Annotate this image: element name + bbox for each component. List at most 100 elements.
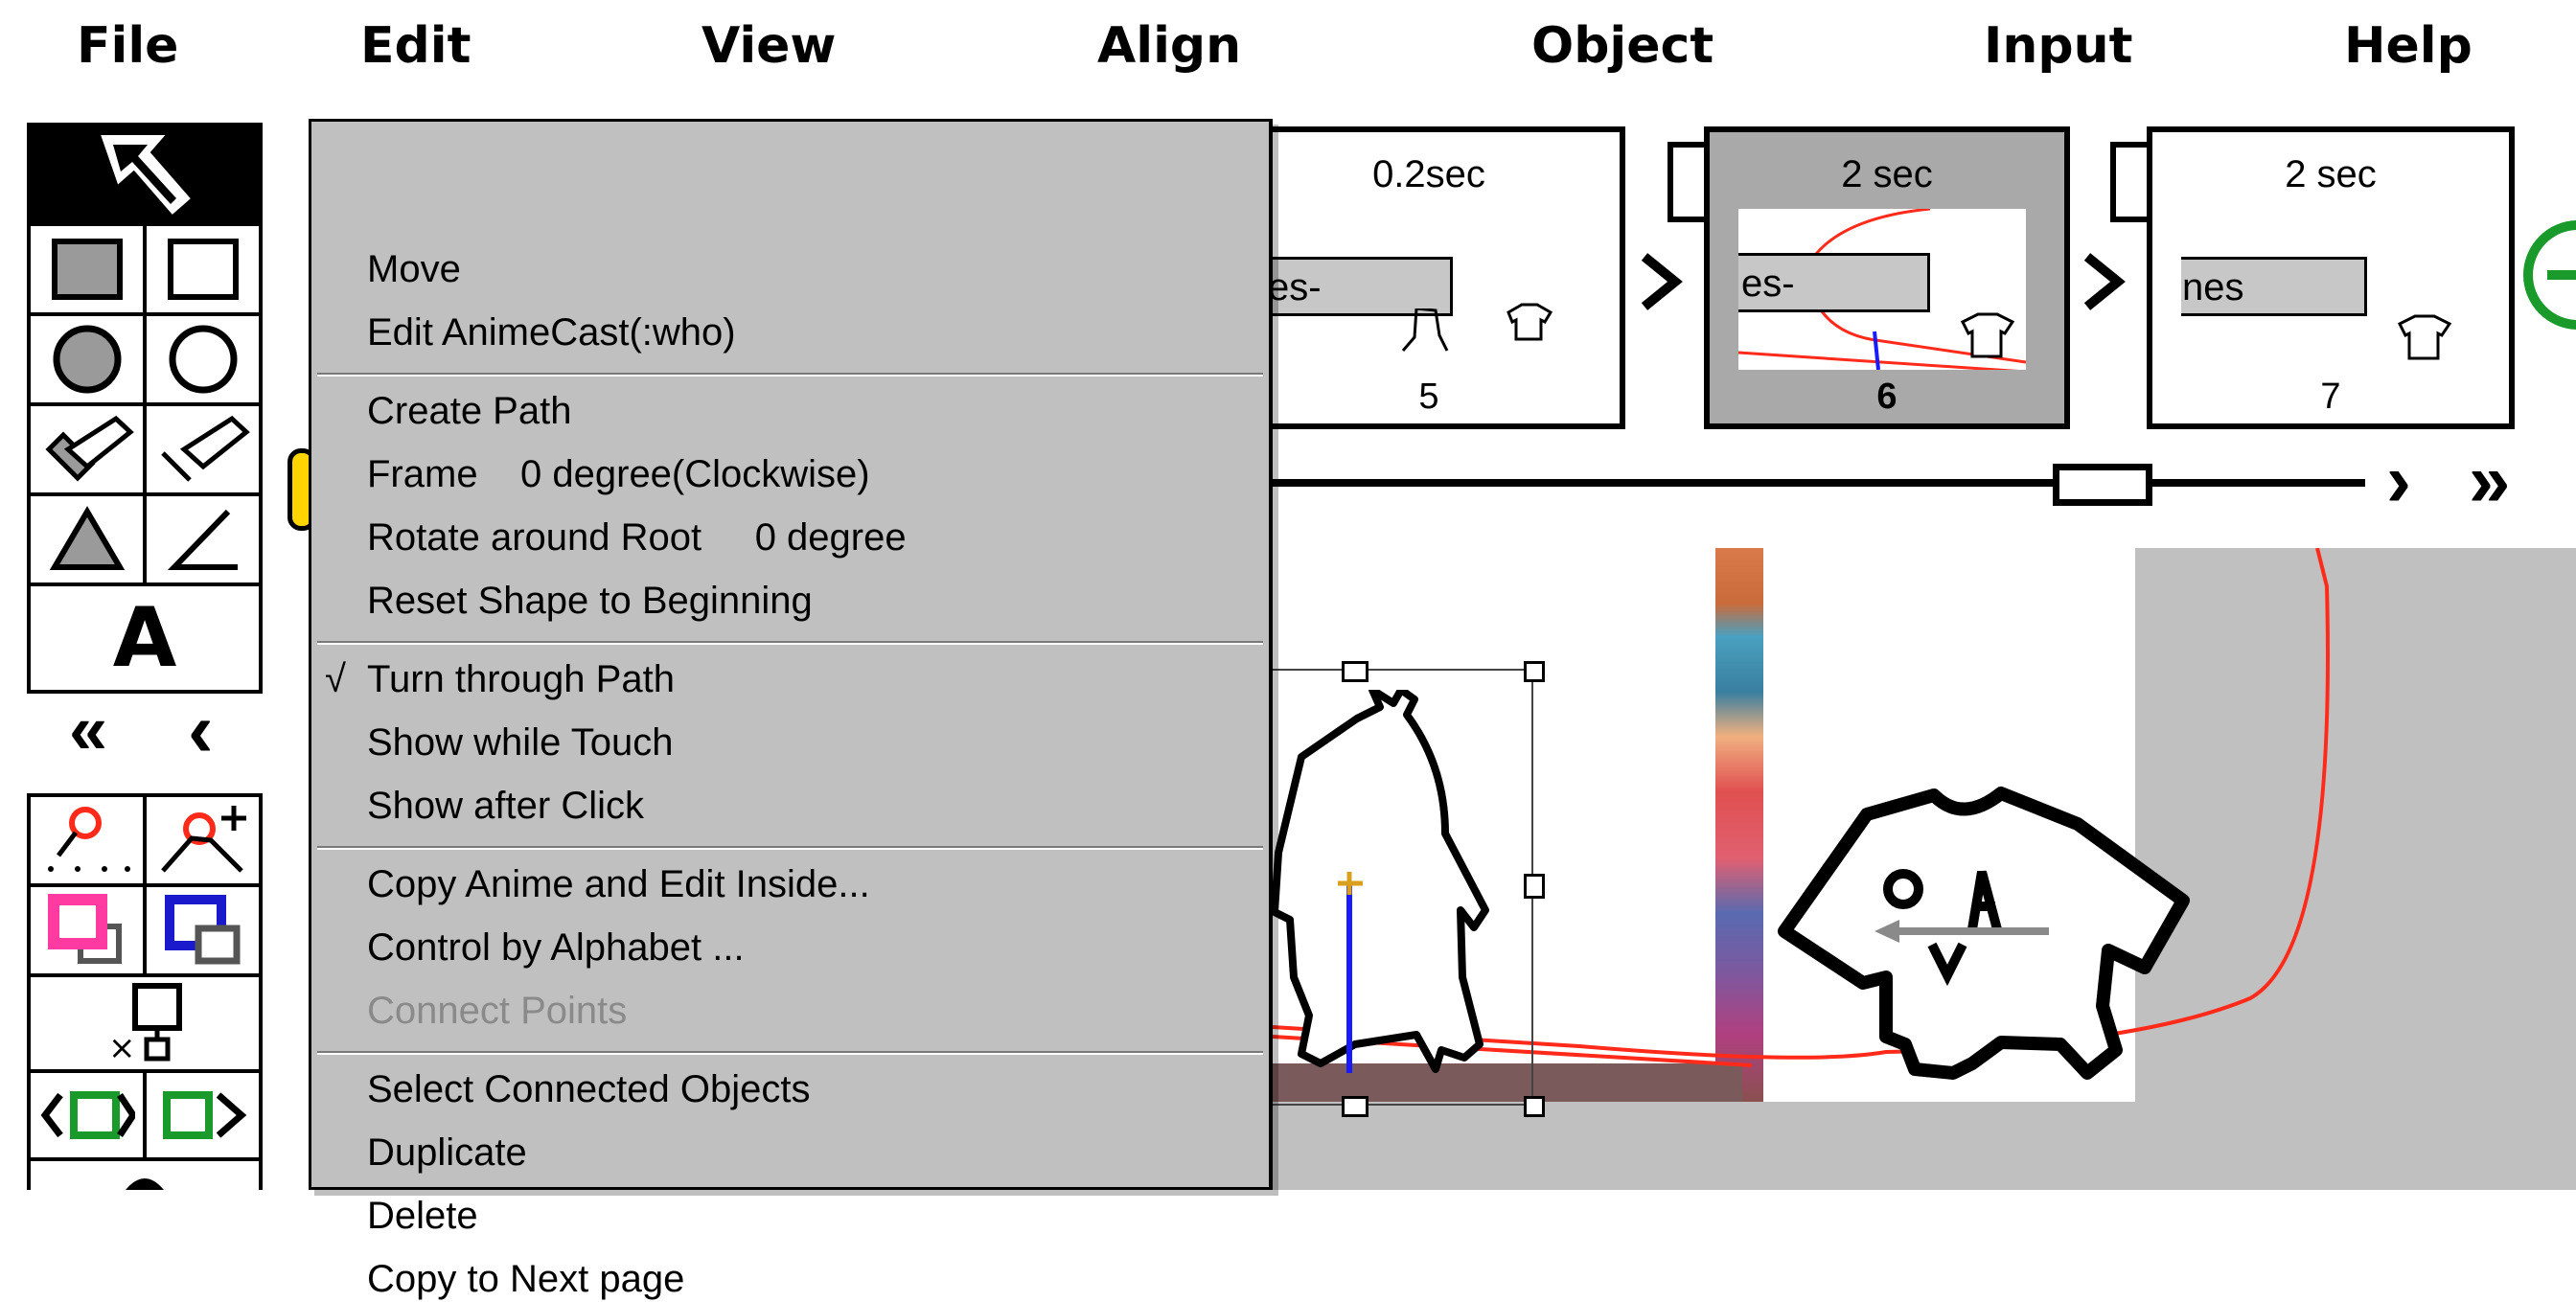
menu-file[interactable]: File: [77, 17, 178, 75]
delete-point-tool[interactable]: [31, 797, 143, 883]
partial-tool-icon: [126, 1178, 164, 1190]
filled-rect-tool[interactable]: [31, 226, 143, 312]
menu-item-edit-animecast[interactable]: Edit AnimeCast(:who): [367, 309, 736, 355]
menu-item-control-by-alphabet[interactable]: Control by Alphabet ...: [367, 925, 745, 971]
frame-preview-label: es-: [1267, 257, 1453, 316]
frame-preview: es-: [1738, 209, 2026, 370]
frame-number: 6: [1876, 377, 1898, 417]
frame-stack-edge: [2110, 142, 2149, 222]
creature-thumb-icon: [1506, 303, 1553, 341]
menu-item-frame-degree[interactable]: Frame 0 degree(Clockwise): [367, 451, 870, 497]
menu-align[interactable]: Align: [1097, 17, 1241, 75]
text-tool[interactable]: A: [31, 586, 259, 690]
pencil-fill-icon: [44, 415, 134, 482]
filled-circle-icon: [53, 325, 121, 394]
resize-handle[interactable]: [1342, 661, 1368, 682]
frame-preview: es-: [1267, 251, 1554, 354]
arrow-pointer-icon: [101, 135, 191, 215]
menu-separator: [317, 1051, 1263, 1055]
layer-back-icon: [164, 895, 240, 965]
frame-arrow-icon: [1641, 253, 1683, 310]
filled-triangle-icon: [49, 506, 125, 570]
filled-ellipse-tool[interactable]: [31, 316, 143, 402]
frame-thumbnail-6[interactable]: 2 sec es- 6: [1704, 126, 2070, 429]
filled-freehand-tool[interactable]: [31, 406, 143, 492]
menu-input[interactable]: Input: [1984, 17, 2132, 75]
menu-separator: [317, 641, 1263, 645]
resize-handle[interactable]: [1524, 1096, 1545, 1117]
menu-item-show-while-touch[interactable]: Show while Touch: [367, 720, 673, 765]
creature-thumb-icon: [2397, 314, 2452, 360]
edit-tools-grid: ×: [27, 793, 263, 1190]
prev-page-button[interactable]: ‹: [188, 692, 214, 768]
frame-duration: 2 sec: [1841, 153, 1933, 195]
remove-object-tool[interactable]: ×: [31, 977, 259, 1069]
expand-left-tool[interactable]: [31, 1073, 143, 1157]
svg-text:×: ×: [108, 1029, 136, 1066]
menu-edit[interactable]: Edit: [360, 17, 471, 75]
add-point-tool[interactable]: [147, 797, 259, 883]
menu-item-copy-to-next-page[interactable]: Copy to Next page: [367, 1256, 684, 1302]
filled-rectangle-icon: [51, 239, 123, 300]
frame-duration: 0.2sec: [1372, 153, 1485, 195]
edit-dropdown-menu: Move Edit AnimeCast(:who) Create Path Fr…: [309, 119, 1273, 1300]
expand-left-icon: [40, 1091, 135, 1139]
penguin-character-icon: [1273, 690, 1489, 1073]
frame-thumbnail-7[interactable]: 2 sec nes 7: [2147, 126, 2515, 429]
drawing-tools-grid: A: [27, 123, 263, 694]
frame-duration: 2 sec: [2285, 153, 2377, 195]
add-frame-icon[interactable]: [2511, 213, 2576, 337]
rectangle-icon: [167, 239, 239, 300]
menu-item-select-connected[interactable]: Select Connected Objects: [367, 1066, 810, 1112]
resize-handle[interactable]: [1524, 661, 1545, 682]
menu-object[interactable]: Object: [1531, 17, 1714, 75]
expand-right-icon: [162, 1091, 246, 1139]
freehand-tool[interactable]: [147, 406, 259, 492]
prev-all-page-button[interactable]: «: [69, 696, 107, 765]
send-back-tool[interactable]: [147, 887, 259, 973]
frame-arrow-icon: [2083, 253, 2126, 310]
menu-item-delete[interactable]: Delete: [367, 1193, 478, 1239]
shirt-creature-icon: [1778, 787, 2190, 1080]
frame-number: 5: [1418, 377, 1439, 417]
node-icon: [47, 807, 130, 872]
menu-item-show-after-click[interactable]: Show after Click: [367, 783, 644, 829]
frame-number: 7: [2320, 377, 2341, 417]
menu-item-move[interactable]: Move: [367, 246, 461, 292]
menu-item-reset-shape[interactable]: Reset Shape to Beginning: [367, 578, 813, 624]
menu-view[interactable]: View: [702, 17, 836, 75]
bring-front-tool[interactable]: [31, 887, 143, 973]
expand-right-tool[interactable]: [147, 1073, 259, 1157]
menu-item-connect-points: Connect Points: [367, 990, 628, 1032]
resize-handle[interactable]: [1342, 1096, 1368, 1117]
frame-thumbnail-5[interactable]: 0.2sec es- 5: [1232, 126, 1625, 429]
timeline-thumb[interactable]: [2053, 464, 2152, 506]
menu-item-turn-through-path[interactable]: Turn through Path: [367, 656, 675, 702]
filled-polygon-tool[interactable]: [31, 496, 143, 582]
menu-help[interactable]: Help: [2344, 17, 2472, 75]
menu-bar: File Edit View Align Object Input Help: [0, 0, 2576, 101]
menu-item-copy-anime[interactable]: Copy Anime and Edit Inside...: [367, 861, 870, 907]
character-thumb-icon: [1401, 308, 1449, 352]
ellipse-tool[interactable]: [147, 316, 259, 402]
frame-preview: nes: [2181, 238, 2469, 372]
menu-item-duplicate[interactable]: Duplicate: [367, 1130, 527, 1176]
layer-front-icon: [47, 894, 122, 964]
check-mark-icon: √: [325, 658, 346, 700]
menu-item-rotate-around-root[interactable]: Rotate around Root 0 degree: [367, 514, 907, 560]
select-tool[interactable]: [31, 126, 259, 222]
rect-tool[interactable]: [147, 226, 259, 312]
creature-thumb-icon: [1960, 312, 2015, 358]
add-node-icon: [160, 806, 246, 873]
menu-separator: [317, 846, 1263, 850]
next-page-button[interactable]: ›: [2386, 443, 2411, 517]
frame-preview-label: nes: [2181, 257, 2367, 316]
last-page-button[interactable]: »: [2469, 443, 2510, 517]
circle-icon: [169, 325, 237, 394]
more-tools[interactable]: [31, 1161, 259, 1190]
delete-object-icon: ×: [108, 983, 182, 1066]
polyline-tool[interactable]: [147, 496, 259, 582]
menu-item-create-path[interactable]: Create Path: [367, 388, 571, 434]
pencil-icon: [160, 415, 250, 482]
text-tool-label: A: [112, 590, 177, 686]
